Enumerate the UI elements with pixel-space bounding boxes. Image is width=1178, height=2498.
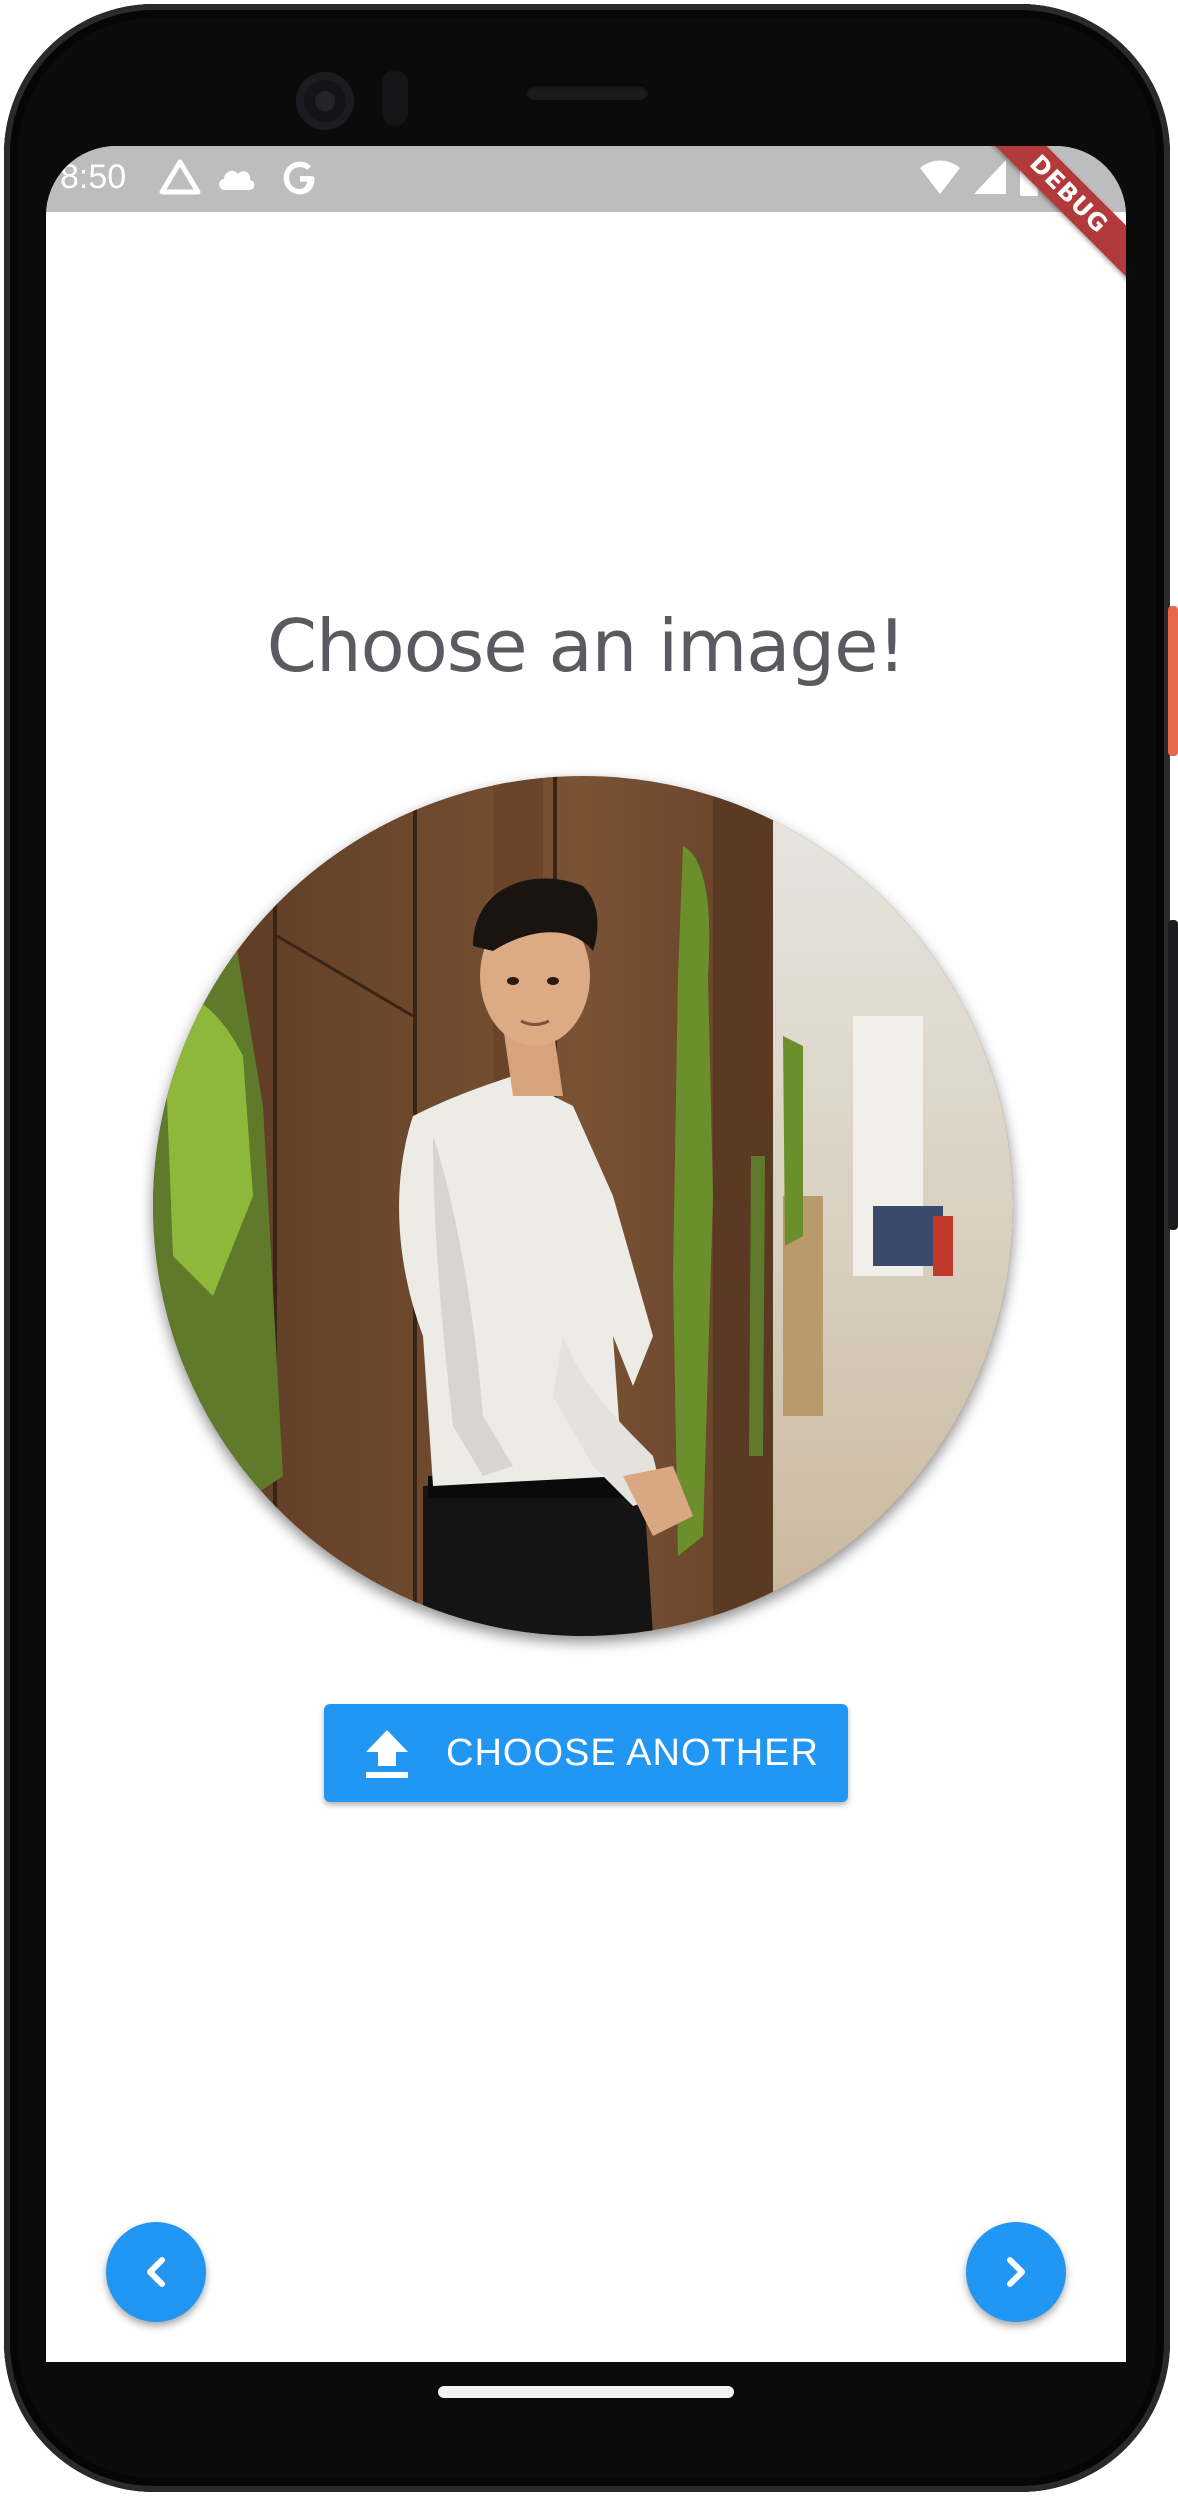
- signal-icon: [974, 160, 1006, 194]
- chevron-right-icon: [1007, 2257, 1025, 2287]
- next-button[interactable]: [966, 2222, 1066, 2322]
- chevron-left-icon: [147, 2257, 165, 2287]
- page-title: Choose an image!: [266, 604, 906, 688]
- home-indicator[interactable]: [438, 2386, 734, 2398]
- choose-another-label: CHOOSE ANOTHER: [446, 1732, 819, 1774]
- upload-icon: [366, 1730, 408, 1778]
- drive-icon: [159, 159, 201, 195]
- screen: 8:50 DEBUG Choose an image! CHOOSE ANOTH…: [46, 146, 1126, 2362]
- power-button: [1168, 606, 1178, 756]
- device: 8:50 DEBUG Choose an image! CHOOSE ANOTH…: [0, 0, 1178, 2498]
- wifi-icon: [920, 160, 960, 194]
- previous-button[interactable]: [106, 2222, 206, 2322]
- google-icon: [283, 161, 315, 195]
- status-time: 8:50: [60, 158, 127, 196]
- status-bar: 8:50 DEBUG: [46, 146, 1126, 289]
- earpiece-speaker: [526, 84, 648, 100]
- volume-button: [1168, 920, 1178, 1230]
- photo-illustration: [153, 776, 1013, 1636]
- choose-another-button[interactable]: CHOOSE ANOTHER: [324, 1704, 848, 1802]
- front-camera: [296, 72, 354, 130]
- proximity-sensor: [382, 70, 408, 126]
- cloud-icon: [219, 170, 255, 190]
- selected-image: [153, 776, 1013, 1636]
